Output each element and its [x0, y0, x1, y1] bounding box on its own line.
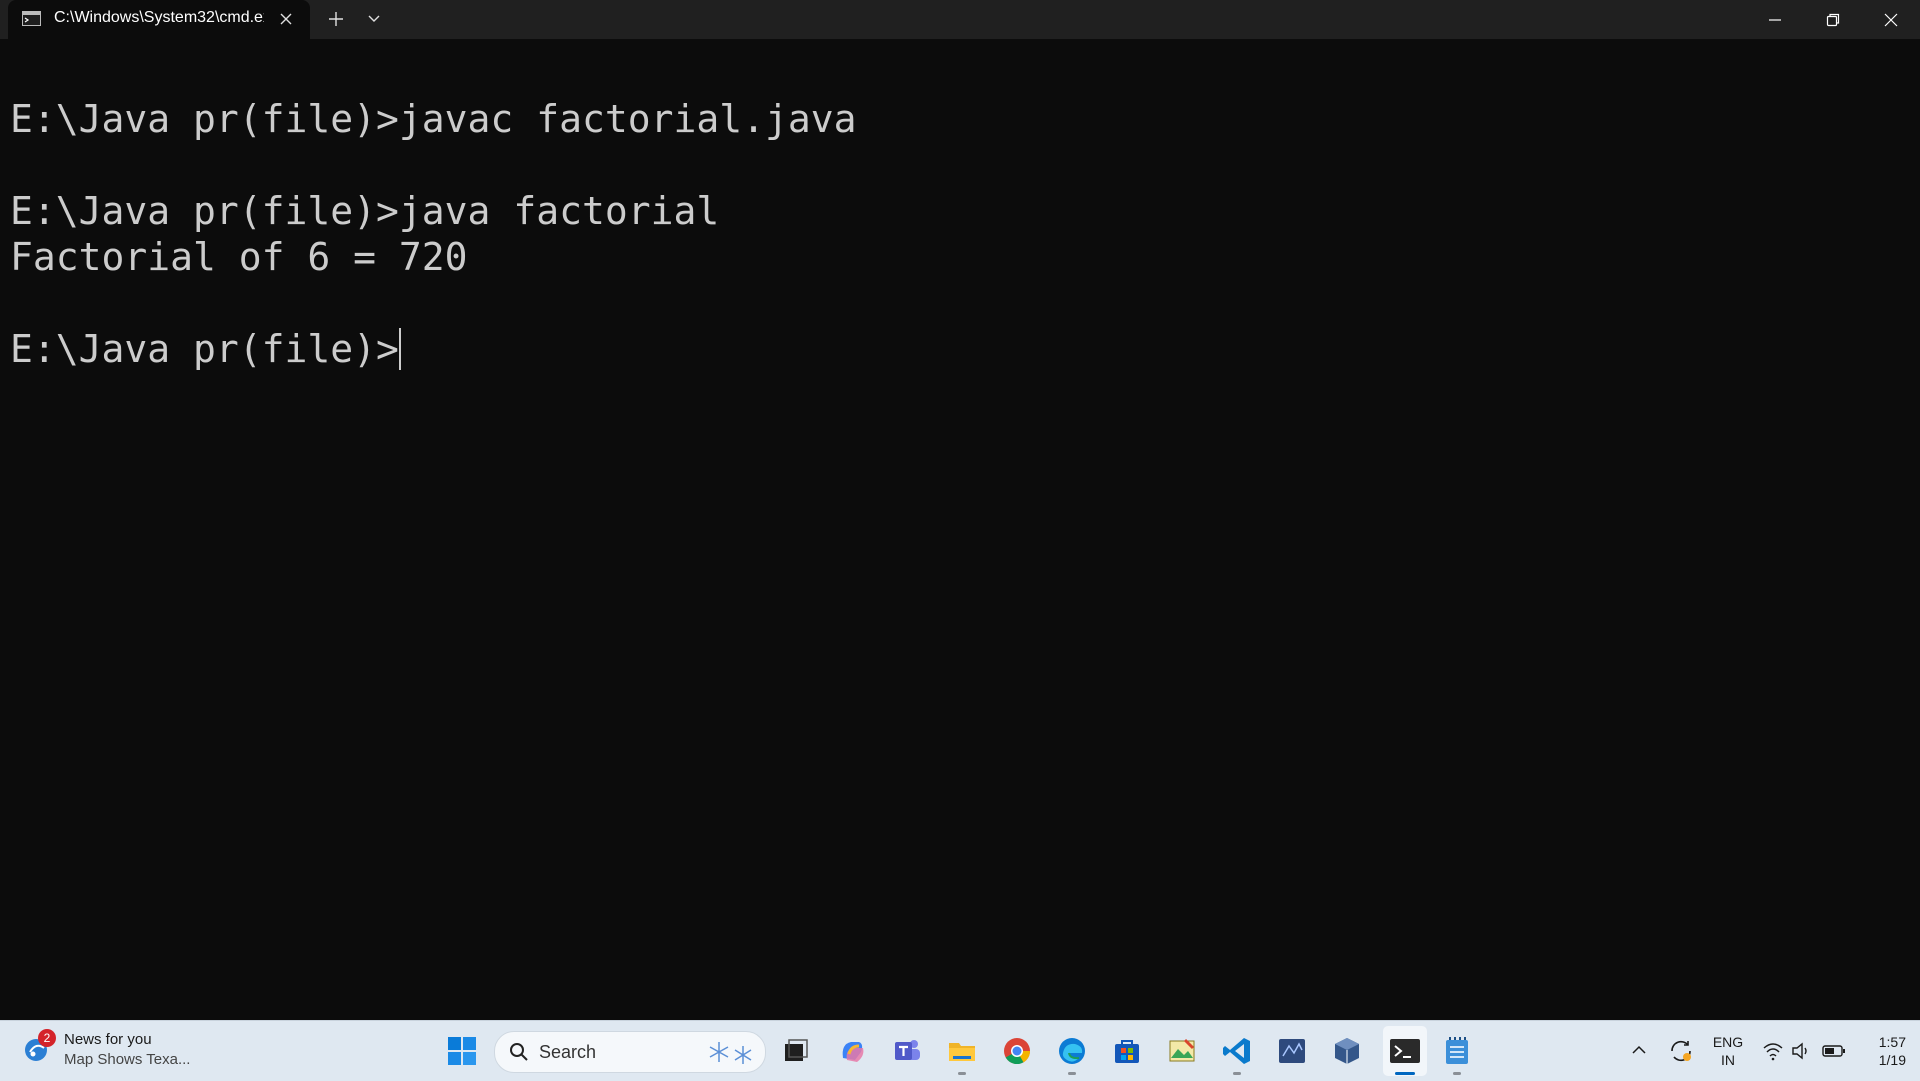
teams-icon	[895, 1040, 920, 1060]
close-icon	[1884, 13, 1898, 26]
edge-icon	[1059, 1038, 1085, 1064]
terminal-button[interactable]	[1387, 1033, 1423, 1069]
language-code: ENG	[1712, 1034, 1744, 1050]
copilot-icon	[842, 1042, 864, 1062]
minimize-button[interactable]	[1746, 0, 1804, 39]
region-code: IN	[1721, 1052, 1735, 1068]
microsoft-store-icon	[1115, 1040, 1139, 1063]
tab-title: C:\Windows\System32\cmd.exe	[54, 9, 264, 26]
taskbar-search[interactable]: Search	[494, 1031, 766, 1073]
store-button[interactable]	[1109, 1033, 1145, 1069]
maximize-button[interactable]	[1804, 0, 1862, 39]
clock-date: 1/19	[1878, 1052, 1906, 1068]
chevron-up-icon[interactable]	[1630, 1041, 1648, 1059]
copilot-button[interactable]	[834, 1033, 870, 1069]
notepad-button[interactable]	[1439, 1033, 1475, 1069]
file-explorer-icon	[949, 1043, 975, 1061]
task-view-button[interactable]	[778, 1033, 814, 1069]
language-indicator[interactable]: ENG IN	[1710, 1033, 1746, 1069]
new-tab-plus-icon[interactable]	[326, 9, 346, 29]
search-icon	[510, 1043, 528, 1061]
snowflake-icon	[709, 1042, 752, 1064]
close-tab-icon[interactable]	[278, 11, 294, 27]
text-cursor	[398, 328, 401, 370]
terminal-line: Factorial of 6 = 720	[10, 235, 468, 279]
news-widget[interactable]: 2 News for you Map Shows Texa...	[22, 1029, 222, 1073]
terminal-icon	[22, 11, 41, 26]
edge-button[interactable]	[1054, 1033, 1090, 1069]
chrome-icon	[1004, 1038, 1031, 1065]
terminal-prompt: E:\Java pr(file)>	[10, 327, 399, 371]
notification-badge: 2	[38, 1029, 56, 1047]
photo-app-button[interactable]	[1164, 1033, 1200, 1069]
volume-icon[interactable]	[1790, 1041, 1812, 1061]
start-button[interactable]	[444, 1033, 480, 1069]
teams-button[interactable]	[889, 1033, 925, 1069]
vscode-button[interactable]	[1219, 1033, 1255, 1069]
taskbar: 2 News for you Map Shows Texa... Search	[0, 1020, 1920, 1081]
vscode-icon	[1223, 1038, 1250, 1064]
running-indicator	[958, 1072, 966, 1075]
minimize-icon	[1769, 18, 1781, 21]
running-indicator	[1068, 1072, 1076, 1075]
title-bar: C:\Windows\System32\cmd.exe	[0, 0, 1920, 39]
wifi-icon[interactable]	[1762, 1041, 1784, 1061]
news-title: News for you	[64, 1031, 152, 1048]
windows-start-icon	[448, 1037, 476, 1065]
terminal-line: E:\Java pr(file)>java factorial	[10, 189, 720, 233]
clock[interactable]: 1:57 1/19	[1856, 1033, 1906, 1069]
sync-icon[interactable]	[1667, 1037, 1695, 1065]
news-subtitle: Map Shows Texa...	[64, 1051, 191, 1068]
network-app-button[interactable]	[1274, 1033, 1310, 1069]
virtualbox-icon	[1335, 1038, 1359, 1064]
file-explorer-button[interactable]	[944, 1033, 980, 1069]
network-app-icon	[1279, 1039, 1305, 1063]
virtualbox-button[interactable]	[1329, 1033, 1365, 1069]
terminal-prompt-line: E:\Java pr(file)>	[10, 326, 401, 372]
terminal-line: E:\Java pr(file)>javac factorial.java	[10, 97, 857, 141]
notepad-icon	[1446, 1037, 1468, 1064]
task-view-icon	[785, 1039, 808, 1061]
close-window-button[interactable]	[1862, 0, 1920, 39]
clock-time: 1:57	[1878, 1034, 1906, 1050]
chevron-down-icon[interactable]	[366, 12, 382, 26]
running-indicator	[1233, 1072, 1241, 1075]
chrome-button[interactable]	[999, 1033, 1035, 1069]
terminal-icon	[1390, 1039, 1420, 1063]
restore-icon	[1826, 13, 1840, 26]
terminal-tab[interactable]: C:\Windows\System32\cmd.exe	[8, 0, 310, 39]
search-placeholder: Search	[539, 1042, 597, 1062]
photo-app-icon	[1169, 1038, 1195, 1062]
running-indicator	[1453, 1072, 1461, 1075]
terminal-output[interactable]: E:\Java pr(file)>javac factorial.java E:…	[0, 39, 1920, 1020]
battery-icon[interactable]	[1822, 1043, 1846, 1059]
active-indicator	[1395, 1072, 1415, 1075]
